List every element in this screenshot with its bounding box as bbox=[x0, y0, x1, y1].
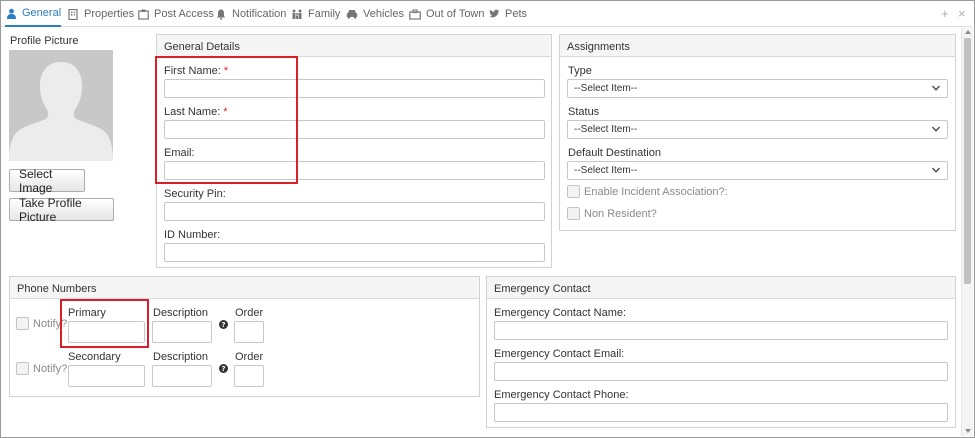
last-name-label: Last Name: * bbox=[164, 106, 228, 118]
tab-family[interactable]: Family bbox=[291, 1, 340, 27]
required-marker: * bbox=[223, 106, 228, 118]
non-resident-checkbox[interactable]: Non Resident? bbox=[567, 207, 657, 220]
emergency-contact-name-input[interactable] bbox=[494, 321, 948, 340]
notify-label: Notify? bbox=[33, 362, 68, 375]
emergency-contact-phone-label: Emergency Contact Phone: bbox=[494, 389, 629, 401]
emergency-contact-email-input[interactable] bbox=[494, 362, 948, 381]
vertical-scrollbar[interactable] bbox=[961, 28, 973, 436]
secondary-description-input[interactable] bbox=[152, 365, 212, 387]
type-label: Type bbox=[568, 65, 592, 77]
secondary-order-label: Order bbox=[235, 351, 264, 363]
default-destination-select[interactable]: --Select Item-- bbox=[567, 161, 948, 180]
tab-label: General bbox=[22, 7, 62, 19]
default-destination-selected-value: --Select Item-- bbox=[574, 165, 638, 176]
status-selected-value: --Select Item-- bbox=[574, 124, 638, 135]
primary-order-input[interactable] bbox=[234, 321, 264, 343]
tab-vehicles[interactable]: Vehicles bbox=[346, 1, 404, 27]
suitcase-icon bbox=[409, 8, 421, 20]
tab-pets[interactable]: Pets bbox=[488, 1, 527, 27]
twitter-bird-icon bbox=[488, 8, 500, 20]
tab-label: Out of Town bbox=[426, 8, 485, 20]
primary-description-label: Description bbox=[153, 307, 209, 319]
chevron-down-icon bbox=[931, 85, 941, 91]
email-label: Email: bbox=[164, 147, 195, 159]
type-select[interactable]: --Select Item-- bbox=[567, 79, 948, 98]
car-icon bbox=[346, 8, 358, 20]
select-image-button[interactable]: Select Image bbox=[9, 167, 85, 195]
checkbox-box[interactable] bbox=[567, 207, 580, 220]
enable-incident-association-label: Enable Incident Association?: bbox=[584, 185, 728, 198]
id-number-label: ID Number: bbox=[164, 229, 221, 241]
assignments-title: Assignments bbox=[560, 35, 955, 57]
tab-label: Family bbox=[308, 8, 341, 20]
secondary-order-input[interactable] bbox=[234, 365, 264, 387]
primary-description-input[interactable] bbox=[152, 321, 212, 343]
chevron-down-icon bbox=[931, 167, 941, 173]
avatar-placeholder-icon bbox=[9, 50, 113, 161]
checkbox-box[interactable] bbox=[16, 362, 29, 375]
emergency-contact-email-label: Emergency Contact Email: bbox=[494, 348, 625, 360]
tab-general[interactable]: General bbox=[5, 1, 62, 27]
tab-label: Post Access bbox=[154, 8, 214, 20]
emergency-contact-phone-input[interactable] bbox=[494, 403, 948, 422]
general-details-title: General Details bbox=[157, 35, 551, 57]
email-input[interactable] bbox=[164, 161, 545, 180]
tab-post-access[interactable]: Post Access bbox=[137, 1, 214, 27]
default-destination-label: Default Destination bbox=[568, 147, 661, 159]
enable-incident-association-checkbox[interactable]: Enable Incident Association?: bbox=[567, 185, 728, 198]
primary-phone-input[interactable] bbox=[68, 321, 145, 343]
profile-picture-label: Profile Picture bbox=[10, 35, 79, 47]
tab-label: Notification bbox=[232, 8, 287, 20]
scroll-down-arrow-icon[interactable] bbox=[965, 429, 971, 433]
non-resident-label: Non Resident? bbox=[584, 207, 657, 220]
scroll-thumb[interactable] bbox=[964, 38, 971, 284]
notify-label: Notify? bbox=[33, 317, 68, 330]
status-label: Status bbox=[568, 106, 600, 118]
secondary-phone-input[interactable] bbox=[68, 365, 145, 387]
tab-properties[interactable]: Properties bbox=[67, 1, 134, 27]
family-icon bbox=[291, 8, 303, 20]
emergency-contact-title: Emergency Contact bbox=[487, 277, 955, 299]
secondary-description-label: Description bbox=[153, 351, 209, 363]
tab-label: Vehicles bbox=[363, 8, 404, 20]
tab-bar: General Properties Post Access Notificat… bbox=[1, 1, 972, 27]
take-profile-picture-button[interactable]: Take Profile Picture bbox=[9, 196, 114, 224]
primary-order-label: Order bbox=[235, 307, 264, 319]
checkbox-box[interactable] bbox=[567, 185, 580, 198]
required-marker: * bbox=[223, 65, 229, 77]
help-question-icon[interactable]: ? bbox=[219, 320, 228, 329]
secondary-phone-label: Secondary bbox=[68, 351, 121, 363]
primary-phone-label: Primary bbox=[68, 307, 106, 319]
first-name-label: First Name: * bbox=[164, 65, 229, 77]
status-select[interactable]: --Select Item-- bbox=[567, 120, 948, 139]
chevron-down-icon bbox=[931, 126, 941, 132]
id-number-input[interactable] bbox=[164, 243, 545, 262]
tab-label: Pets bbox=[505, 8, 528, 20]
tab-out-of-town[interactable]: Out of Town bbox=[409, 1, 485, 27]
building-icon bbox=[67, 8, 79, 20]
close-tab-button[interactable]: × bbox=[958, 6, 966, 21]
first-name-input[interactable] bbox=[164, 79, 545, 98]
help-question-icon[interactable]: ? bbox=[219, 364, 228, 373]
security-pin-label: Security Pin: bbox=[164, 188, 226, 200]
add-tab-button[interactable]: + bbox=[941, 6, 949, 21]
emergency-contact-name-label: Emergency Contact Name: bbox=[494, 307, 627, 319]
secondary-notify-checkbox[interactable]: Notify? bbox=[16, 362, 67, 375]
scroll-up-arrow-icon[interactable] bbox=[965, 30, 971, 34]
post-access-icon bbox=[137, 8, 149, 20]
phone-numbers-title: Phone Numbers bbox=[10, 277, 479, 299]
last-name-input[interactable] bbox=[164, 120, 545, 139]
type-selected-value: --Select Item-- bbox=[574, 83, 638, 94]
primary-notify-checkbox[interactable]: Notify? bbox=[16, 317, 67, 330]
user-icon bbox=[5, 7, 17, 19]
tab-label: Properties bbox=[84, 8, 135, 20]
checkbox-box[interactable] bbox=[16, 317, 29, 330]
bell-icon bbox=[215, 8, 227, 20]
tab-notification[interactable]: Notification bbox=[215, 1, 286, 27]
security-pin-input[interactable] bbox=[164, 202, 545, 221]
